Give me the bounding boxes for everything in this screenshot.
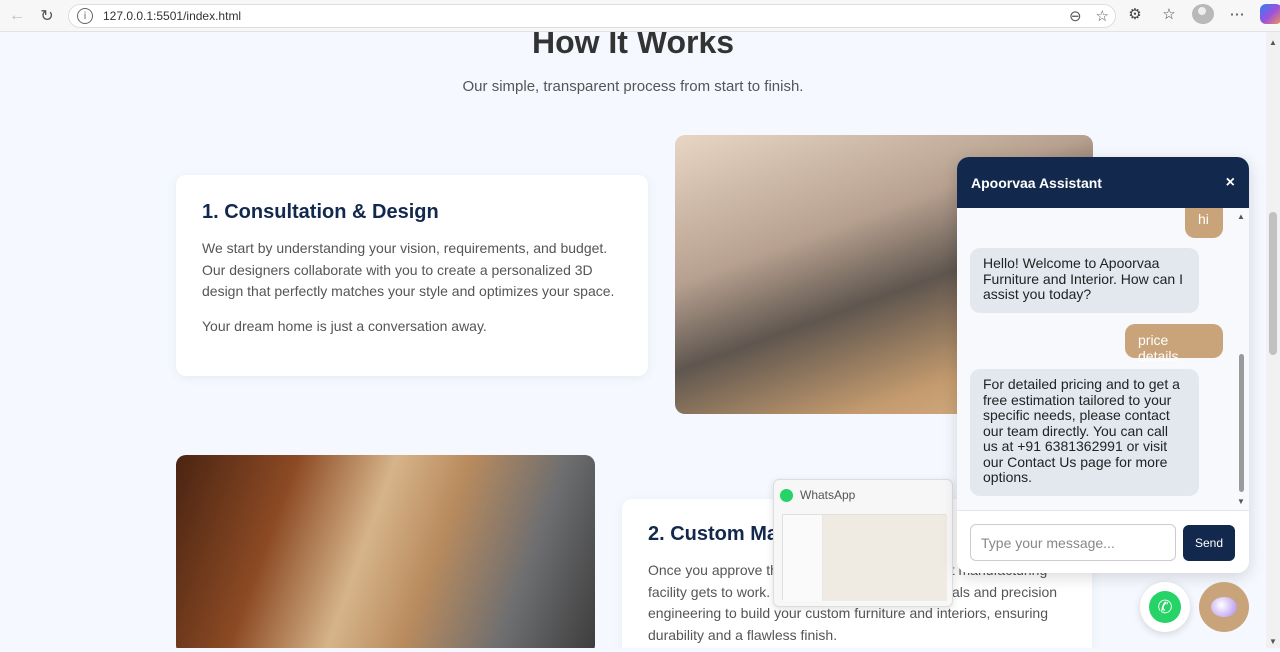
send-button[interactable]: Send: [1183, 525, 1235, 561]
bot-message: For detailed pricing and to get a free e…: [970, 369, 1199, 496]
whatsapp-thumbnail: [782, 514, 947, 601]
scroll-up-icon[interactable]: ▲: [1237, 212, 1245, 221]
workshop-photo: [176, 455, 595, 648]
chat-toggle-button[interactable]: [1199, 582, 1249, 632]
close-icon[interactable]: ×: [1226, 174, 1235, 192]
profile-avatar-icon[interactable]: [1192, 4, 1214, 24]
favorite-star-icon[interactable]: ☆: [1096, 7, 1109, 25]
chat-scrollbar[interactable]: ▲ ▼: [1237, 212, 1245, 506]
copilot-icon[interactable]: [1260, 4, 1280, 24]
chat-widget: Apoorvaa Assistant × hi Hello! Welcome t…: [957, 157, 1249, 573]
chat-scroll-thumb[interactable]: [1239, 354, 1244, 492]
chat-header: Apoorvaa Assistant ×: [957, 157, 1249, 208]
step-description: We start by understanding your vision, r…: [202, 240, 615, 299]
section-subtitle: Our simple, transparent process from sta…: [462, 78, 804, 95]
page-scroll-thumb[interactable]: [1269, 212, 1277, 355]
back-arrow-icon[interactable]: ←: [4, 3, 30, 29]
step-tagline: Your dream home is just a conversation a…: [202, 317, 487, 334]
browser-toolbar: ← ↻ i 127.0.0.1:5501/index.html ⊖ ☆ ⚙ ☆ …: [0, 0, 1280, 32]
user-message: hi: [1185, 208, 1223, 238]
page-scrollbar[interactable]: ▲ ▼: [1266, 32, 1280, 648]
favorites-icon[interactable]: ☆: [1158, 5, 1180, 23]
step-title: 1. Consultation & Design: [202, 201, 439, 223]
reload-icon[interactable]: ↻: [34, 3, 60, 29]
chat-input-bar: Send: [957, 510, 1249, 573]
whatsapp-button[interactable]: ✆: [1140, 582, 1190, 632]
whatsapp-thumbnail-chat: [823, 515, 947, 601]
whatsapp-window-preview[interactable]: WhatsApp: [773, 479, 953, 607]
chat-messages: hi Hello! Welcome to Apoorvaa Furniture …: [957, 208, 1249, 510]
bot-message: Hello! Welcome to Apoorvaa Furniture and…: [970, 248, 1199, 313]
whatsapp-icon: ✆: [1149, 591, 1181, 623]
chat-message-input[interactable]: [970, 524, 1176, 561]
chat-bubble-icon: [1211, 597, 1237, 617]
chat-title: Apoorvaa Assistant: [971, 174, 1102, 191]
whatsapp-thumbnail-sidebar: [783, 515, 823, 601]
extensions-icon[interactable]: ⚙: [1124, 5, 1146, 23]
user-message: price details: [1125, 324, 1223, 363]
reader-icon[interactable]: ⊖: [1069, 7, 1082, 25]
scroll-down-icon[interactable]: ▼: [1269, 637, 1277, 646]
address-bar[interactable]: i 127.0.0.1:5501/index.html ⊖ ☆: [68, 4, 1116, 28]
whatsapp-preview-title: WhatsApp: [800, 488, 856, 502]
more-menu-icon[interactable]: ⋯: [1226, 5, 1248, 23]
whatsapp-icon: [780, 488, 793, 502]
scroll-up-icon[interactable]: ▲: [1269, 38, 1277, 47]
step-card-consultation: 1. Consultation & Design We start by und…: [176, 175, 648, 376]
scroll-down-icon[interactable]: ▼: [1237, 497, 1245, 506]
site-info-icon[interactable]: i: [77, 8, 93, 24]
section-title: How It Works: [531, 32, 735, 60]
url-text: 127.0.0.1:5501/index.html: [103, 9, 242, 23]
